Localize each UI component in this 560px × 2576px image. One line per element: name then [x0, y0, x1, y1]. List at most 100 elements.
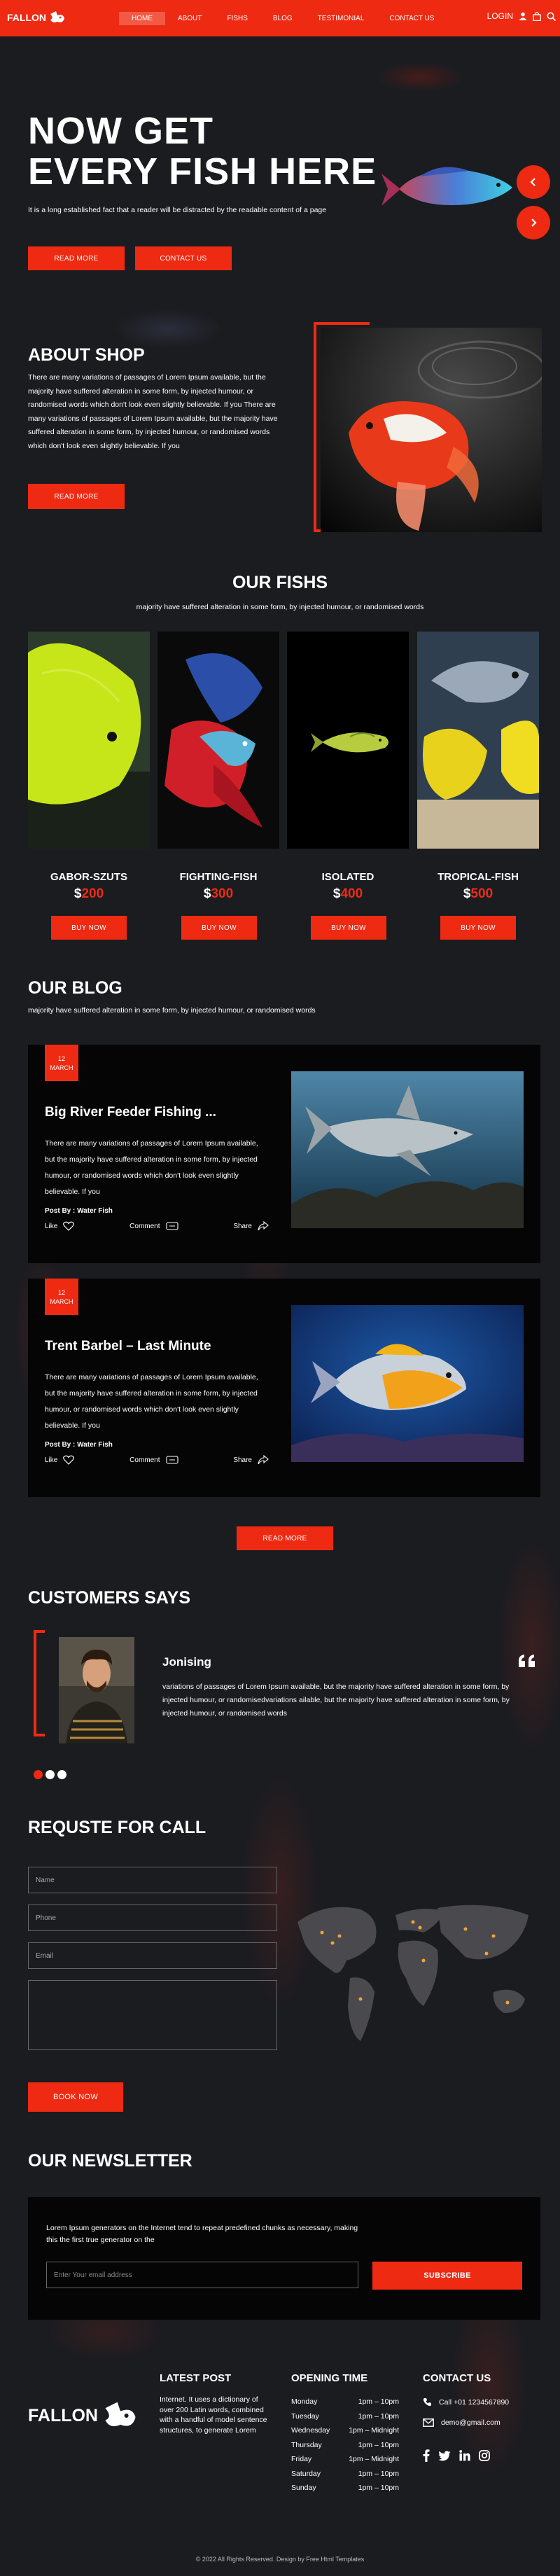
carousel-dot[interactable] — [57, 1770, 66, 1779]
contact-phone[interactable]: Call +01 1234567890 — [423, 2397, 509, 2407]
cart-icon[interactable] — [533, 11, 541, 21]
fish-price: $200 — [74, 886, 104, 901]
search-icon[interactable] — [547, 12, 556, 21]
hours-row: Tuesday 1pm – 10pm — [291, 2411, 399, 2421]
heart-icon — [63, 1455, 75, 1465]
latest-post-title: LATEST POST — [160, 2372, 232, 2384]
post-text: There are many variations of passages of… — [45, 1373, 258, 1430]
share-icon — [258, 1221, 269, 1231]
share-button[interactable]: Share — [233, 1221, 269, 1231]
barbel-fish-image — [291, 1305, 524, 1462]
heart-icon — [63, 1221, 75, 1231]
post-author: Post By : Water Fish — [45, 1441, 113, 1449]
newsletter-title: OUR NEWSLETTER — [28, 2151, 192, 2171]
brand-logo[interactable]: FALLON — [7, 10, 66, 25]
gabor-szuts-fish-image — [28, 632, 150, 849]
comment-icon — [165, 1456, 178, 1464]
latest-post-text: Internet. It uses a dictionary of over 2… — [160, 2395, 267, 2435]
about-text: There are many variations of passages of… — [28, 373, 278, 450]
comment-icon — [165, 1222, 178, 1230]
buy-now-button[interactable]: BUY NOW — [51, 916, 127, 940]
post-text: There are many variations of passages of… — [45, 1139, 258, 1196]
post-actions: Like Comment Share — [45, 1221, 269, 1231]
fish-card-image[interactable] — [287, 632, 409, 849]
user-icon[interactable] — [519, 12, 527, 20]
quote-icon — [519, 1655, 535, 1667]
carousel-dot[interactable] — [46, 1770, 55, 1779]
hours-row: Saturday 1pm – 10pm — [291, 2469, 399, 2478]
footer-logo[interactable]: FALLON — [28, 2399, 140, 2432]
blog-read-more-button[interactable]: READ MORE — [237, 1526, 333, 1550]
fishes-title: OUR FISHS — [232, 573, 328, 592]
hero-read-more-button[interactable]: READ MORE — [28, 246, 125, 270]
facebook-icon[interactable] — [423, 2449, 430, 2462]
linkedin-icon[interactable] — [459, 2450, 470, 2461]
hero-title: NOW GET EVERY FISH HERE — [28, 110, 377, 193]
buy-now-button[interactable]: BUY NOW — [440, 916, 516, 940]
about-read-more-button[interactable]: READ MORE — [28, 484, 125, 509]
opening-hours-list: Monday 1pm – 10pm Tuesday 1pm – 10pm Wedne… — [291, 2397, 399, 2498]
fish-price: $500 — [463, 886, 493, 901]
testimonial-text: variations of passages of Lorem Ipsum av… — [162, 1683, 510, 1718]
nav-contact[interactable]: CONTACT US — [377, 12, 447, 25]
hero-text: It is a long established fact that a rea… — [28, 206, 327, 214]
email-field[interactable]: Email — [28, 1942, 277, 1969]
footer-logo-text: FALLON — [28, 2405, 98, 2425]
blog-post-card: 12 MARCH Trent Barbel – Last Minute There… — [28, 1279, 540, 1497]
twitter-icon[interactable] — [438, 2451, 451, 2461]
newsletter-text: Lorem Ipsum generators on the Internet t… — [46, 2224, 358, 2244]
customer-name: Jonising — [162, 1655, 211, 1669]
share-button[interactable]: Share — [233, 1455, 269, 1465]
hero-contact-button[interactable]: CONTACT US — [135, 246, 232, 270]
shark-image — [291, 1071, 524, 1228]
share-icon — [258, 1455, 269, 1465]
post-title[interactable]: Trent Barbel – Last Minute — [45, 1339, 211, 1354]
nav-home[interactable]: HOME — [119, 11, 165, 25]
opening-time-title: OPENING TIME — [291, 2372, 368, 2384]
buy-now-button[interactable]: BUY NOW — [181, 916, 257, 940]
nav-about[interactable]: ABOUT — [165, 12, 214, 25]
instagram-icon[interactable] — [479, 2450, 490, 2461]
contact-email[interactable]: demo@gmail.com — [423, 2418, 500, 2427]
nav-blog[interactable]: BLOG — [260, 12, 305, 25]
mail-icon — [423, 2418, 434, 2427]
nav-fishs[interactable]: FISHS — [214, 12, 260, 25]
comment-button[interactable]: Comment — [130, 1222, 178, 1230]
tropical-fish-image — [417, 632, 539, 849]
slider-next-button[interactable] — [517, 206, 550, 239]
post-date-badge: 12 MARCH — [45, 1279, 78, 1315]
carousel-dot-active[interactable] — [34, 1770, 43, 1779]
carousel-indicators — [34, 1770, 66, 1779]
like-button[interactable]: Like — [45, 1221, 75, 1231]
testimonial-title: CUSTOMERS SAYS — [28, 1588, 191, 1608]
header-actions: LOGIN — [487, 11, 556, 21]
fish-logo-icon — [105, 2402, 136, 2427]
comment-button[interactable]: Comment — [130, 1456, 178, 1464]
customer-avatar — [59, 1637, 134, 1743]
name-field[interactable]: Name — [28, 1867, 277, 1893]
fish-card-image[interactable] — [28, 632, 150, 849]
fish-card-image[interactable] — [417, 632, 539, 849]
post-author: Post By : Water Fish — [45, 1207, 113, 1215]
blog-post-card: 12 MARCH Big River Feeder Fishing ... The… — [28, 1045, 540, 1263]
post-title[interactable]: Big River Feeder Fishing ... — [45, 1105, 216, 1120]
subscribe-button[interactable]: SUBSCRIBE — [372, 2262, 522, 2290]
fish-price: $300 — [203, 886, 234, 901]
fish-name: FIGHTING-FISH — [179, 871, 258, 883]
hero-fish-image — [382, 167, 512, 206]
like-button[interactable]: Like — [45, 1455, 75, 1465]
nav-testimonial[interactable]: TESTIMONIAL — [305, 12, 377, 25]
slider-prev-button[interactable] — [517, 165, 550, 199]
buy-now-button[interactable]: BUY NOW — [311, 916, 386, 940]
main-nav: HOME ABOUT FISHS BLOG TESTIMONIAL CONTAC… — [119, 0, 447, 36]
hours-row: Thursday 1pm – 10pm — [291, 2440, 399, 2449]
message-textarea[interactable] — [28, 1980, 277, 2050]
fighting-fish-image — [158, 632, 279, 849]
login-link[interactable]: LOGIN — [487, 11, 513, 21]
newsletter-email-input[interactable]: Enter Your email address — [46, 2262, 358, 2288]
fish-price: $400 — [332, 886, 363, 901]
fish-card-image[interactable] — [158, 632, 279, 849]
hours-row: Friday 1pm – Midnight — [291, 2455, 399, 2463]
book-now-button[interactable]: BOOK NOW — [28, 2082, 123, 2112]
phone-field[interactable]: Phone — [28, 1905, 277, 1931]
